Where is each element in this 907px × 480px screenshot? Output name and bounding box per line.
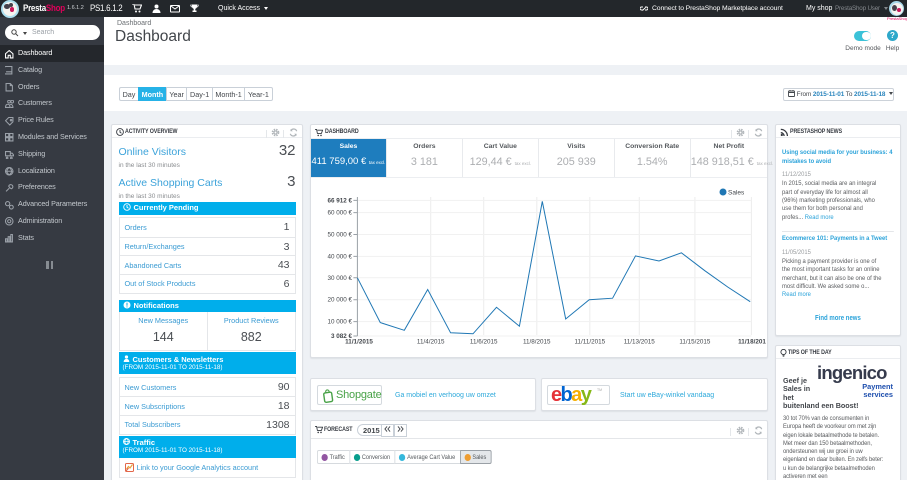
svg-text:66 912 €: 66 912 € [327, 197, 352, 204]
svg-text:Sales: Sales [728, 190, 745, 197]
svg-text:11/11/2015: 11/11/2015 [575, 339, 606, 346]
svg-text:11/6/2015: 11/6/2015 [470, 339, 498, 346]
svg-text:11/13/2015: 11/13/2015 [624, 339, 656, 346]
svg-text:11/18/201: 11/18/201 [738, 339, 766, 346]
svg-text:40 000 €: 40 000 € [327, 253, 352, 260]
svg-text:11/4/2015: 11/4/2015 [417, 339, 445, 346]
svg-text:60 000 €: 60 000 € [327, 210, 352, 217]
svg-text:30 000 €: 30 000 € [327, 275, 352, 282]
svg-text:20 000 €: 20 000 € [327, 297, 352, 304]
svg-text:50 000 €: 50 000 € [327, 232, 352, 239]
svg-text:11/1/2015: 11/1/2015 [345, 339, 373, 346]
svg-text:10 000 €: 10 000 € [327, 319, 352, 326]
svg-text:11/15/2015: 11/15/2015 [679, 339, 711, 346]
svg-text:11/8/2015: 11/8/2015 [523, 339, 551, 346]
